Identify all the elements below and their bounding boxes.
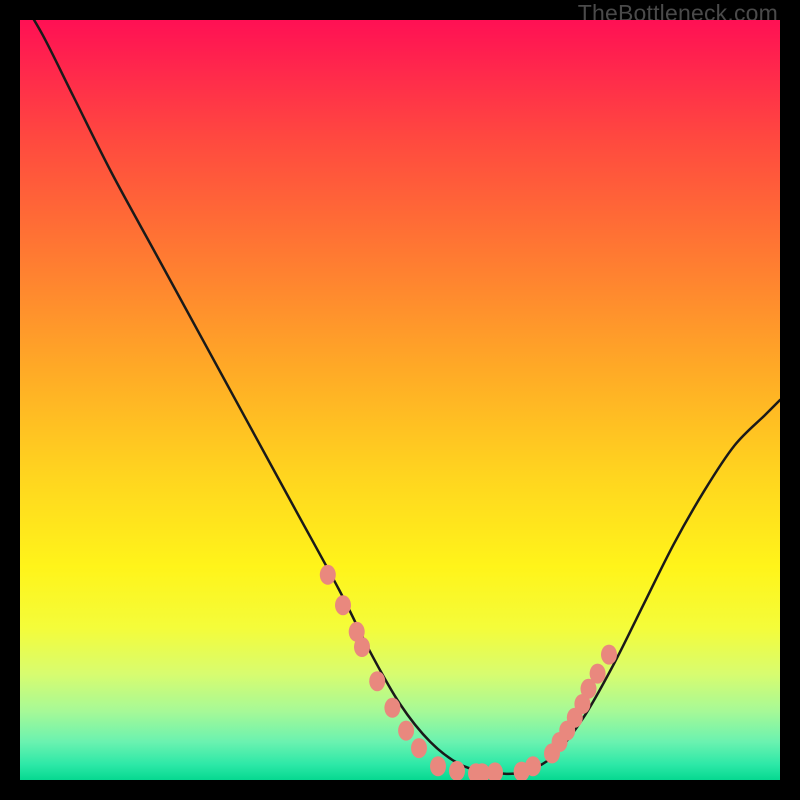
marker-bottom xyxy=(430,756,446,776)
markers-left-group xyxy=(320,565,427,758)
chart-svg xyxy=(20,20,780,780)
marker-bottom xyxy=(525,756,541,776)
marker-right xyxy=(601,645,617,665)
marker-left xyxy=(335,595,351,615)
marker-left xyxy=(384,698,400,718)
marker-left xyxy=(398,721,414,741)
marker-left xyxy=(320,565,336,585)
plot-area xyxy=(20,20,780,780)
marker-left xyxy=(369,671,385,691)
marker-left xyxy=(354,637,370,657)
marker-bottom xyxy=(449,761,465,780)
chart-stage: TheBottleneck.com xyxy=(0,0,800,800)
markers-right-group xyxy=(544,645,617,764)
bottleneck-curve xyxy=(20,20,780,774)
marker-bottom xyxy=(487,762,503,780)
marker-right xyxy=(590,664,606,684)
markers-bottom-group xyxy=(430,756,541,780)
marker-left xyxy=(411,738,427,758)
